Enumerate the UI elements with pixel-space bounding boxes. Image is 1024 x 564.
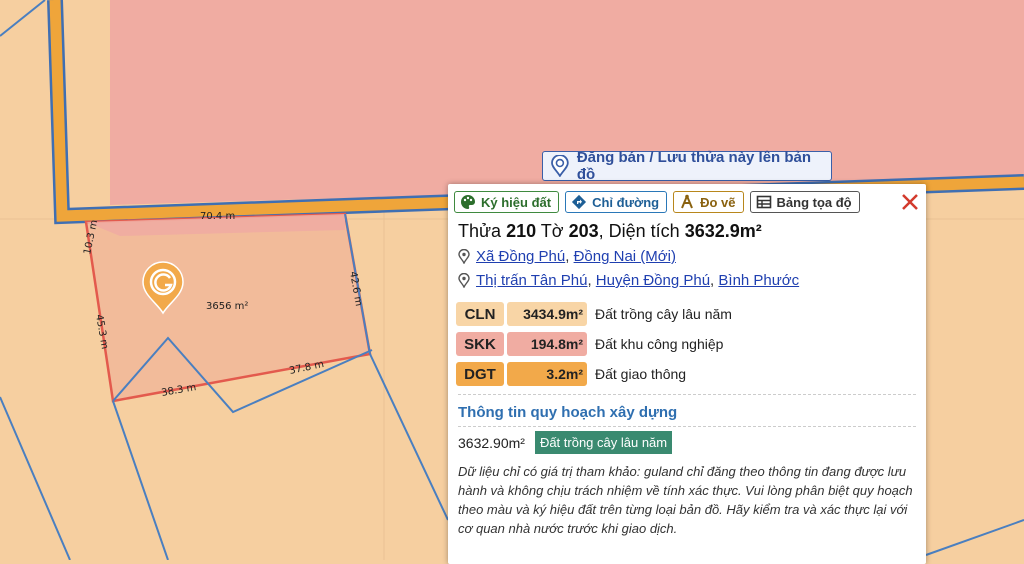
province-old-link[interactable]: Bình Phước [718, 272, 799, 289]
address-new: Xã Đồng Phú, Đồng Nai (Mới) [458, 248, 676, 265]
land-desc: Đất khu công nghiệp [595, 336, 724, 352]
land-symbol-label: Ký hiệu đất [481, 194, 552, 210]
measure-label: Đo vẽ [700, 194, 736, 210]
directions-button[interactable]: Chỉ đường [565, 191, 668, 213]
plan-row: 3632.90m² Đất trồng cây lâu năm [458, 431, 673, 454]
parcel-number: 210 [506, 221, 537, 241]
parcel-title: Thửa 210 Tờ 203, Diện tích 3632.9m² [458, 221, 762, 242]
land-use-row: CLN 3434.9m² Đất trồng cây lâu năm [456, 302, 732, 326]
address-old: Thị trấn Tân Phú, Huyện Đồng Phú, Bình P… [458, 272, 799, 289]
land-area: 3434.9m² [507, 302, 587, 326]
disclaimer-text: Dữ liệu chỉ có giá trị tham khảo: guland… [458, 464, 913, 536]
land-use-row: SKK 194.8m² Đất khu công nghiệp [456, 332, 723, 356]
divider [458, 394, 916, 395]
town-link[interactable]: Thị trấn Tân Phú [476, 272, 587, 289]
parcel-area: 3632.9m² [684, 221, 762, 241]
table-icon [756, 195, 771, 209]
land-symbol-button[interactable]: Ký hiệu đất [454, 191, 560, 213]
land-code: SKK [456, 332, 504, 356]
sheet-number: 203 [568, 221, 599, 241]
land-area: 194.8m² [507, 332, 587, 356]
location-icon [458, 249, 470, 264]
land-code: DGT [456, 362, 504, 386]
direction-icon [572, 194, 587, 210]
plan-tag: Đất trồng cây lâu năm [534, 431, 673, 454]
title-area-prefix: , Diện tích [598, 221, 685, 241]
ward-link[interactable]: Xã Đồng Phú [476, 248, 565, 265]
land-use-row: DGT 3.2m² Đất giao thông [456, 362, 686, 386]
land-desc: Đất trồng cây lâu năm [595, 306, 732, 322]
parcel-info-popup: Ký hiệu đất Chỉ đường Đo vẽ Bảng tọa độ … [448, 184, 926, 564]
coordinate-table-button[interactable]: Bảng tọa độ [749, 191, 860, 213]
land-area: 3.2m² [507, 362, 587, 386]
palette-icon [461, 195, 475, 209]
land-code: CLN [456, 302, 504, 326]
district-link[interactable]: Huyện Đồng Phú [596, 272, 710, 289]
measure-button[interactable]: Đo vẽ [673, 191, 744, 213]
post-parcel-button[interactable]: Đăng bán / Lưu thửa này lên bản đồ [542, 149, 832, 183]
location-icon [458, 273, 470, 288]
post-parcel-label: Đăng bán / Lưu thửa này lên bản đồ [576, 149, 812, 183]
title-prefix: Thửa [458, 221, 507, 241]
coordinate-table-label: Bảng tọa độ [776, 194, 852, 210]
title-mid: Tờ [536, 221, 569, 241]
land-desc: Đất giao thông [595, 366, 687, 382]
plan-area: 3632.90m² [458, 434, 525, 451]
divider [458, 426, 916, 427]
directions-label: Chỉ đường [592, 194, 660, 210]
map-pin-icon [551, 155, 569, 177]
close-icon[interactable] [900, 192, 920, 212]
measure-icon [681, 194, 694, 209]
parcel-area-label: 3656 m² [206, 301, 248, 312]
province-new-link[interactable]: Đồng Nai (Mới) [574, 248, 676, 265]
edge-label-top: 70.4 m [200, 211, 235, 222]
popup-toolbar: Ký hiệu đất Chỉ đường Đo vẽ Bảng tọa độ [454, 191, 860, 213]
plan-heading[interactable]: Thông tin quy hoạch xây dựng [458, 404, 677, 421]
